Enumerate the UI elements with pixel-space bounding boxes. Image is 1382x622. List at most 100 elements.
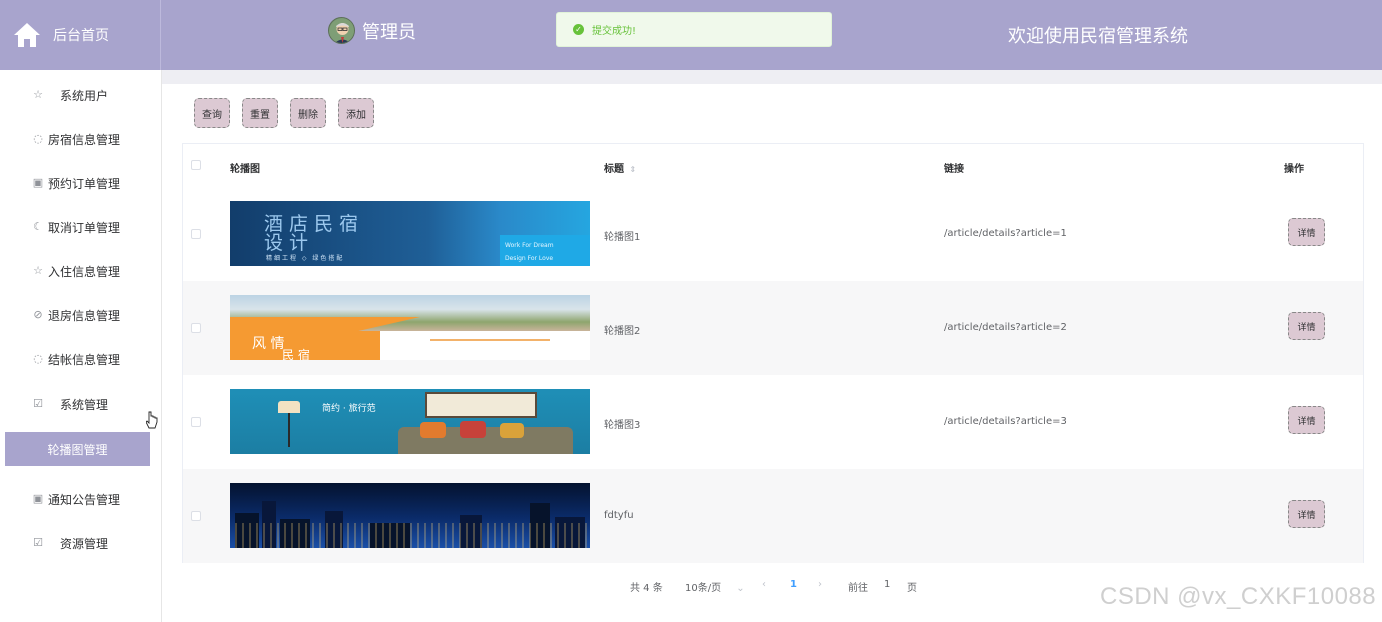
column-header-title[interactable]: 标题 ⇕ [604,160,636,175]
sidebar-item-cancellations[interactable]: ☾ 取消订单管理 [0,212,161,242]
pager-total: 共 4 条 [630,583,663,594]
select-all-checkbox[interactable] [191,160,201,170]
table-header: 轮播图 标题 ⇕ 链接 操作 [183,144,1363,186]
watermark-text: CSDN @vx_CXKF10088 [1100,583,1377,610]
home-label: 后台首页 [53,28,109,44]
success-toast: ✓ 提交成功! [556,12,832,47]
banner-sub-text: 设计 [264,232,315,254]
banner-city-lights [230,523,590,548]
sidebar-item-system[interactable]: ☑ 系统管理 [0,389,161,419]
banner-image-3: 简约 · 旅行范 [230,389,590,454]
column-header-title-label: 标题 [604,164,624,175]
banner-lamp [278,401,300,413]
detail-button[interactable]: 详情 [1288,500,1325,528]
pager-size-select[interactable]: 10条/页 ⌄ [685,579,745,594]
content-top-strip [162,70,1382,84]
reset-button[interactable]: 重置 [242,98,278,128]
check-circle-icon: ✓ [573,24,584,35]
pager-goto-label: 前往 [848,583,868,594]
sidebar-item-label: 通知公告管理 [48,492,121,507]
chevron-down-icon: ⌄ [736,583,745,594]
sidebar-item-label: 轮播图管理 [47,442,108,457]
add-button[interactable]: 添加 [338,98,374,128]
home-icon [13,22,41,48]
column-header-link: 链接 [944,164,964,175]
sidebar-item-users[interactable]: ☆ 系统用户 [0,80,161,110]
sidebar-item-checkout[interactable]: ⊘ 退房信息管理 [0,300,161,330]
flame-icon: ◌ [33,352,43,365]
delete-button[interactable]: 删除 [290,98,326,128]
app-root: 后台首页 管理员 ✓ 提交成功! 欢迎使用民宿管理系统 ☆ 系统用户 ◌ 房宿信… [0,0,1382,622]
row-checkbox[interactable] [191,417,201,427]
sidebar-item-label: 入住信息管理 [48,264,121,279]
banner-side-panel: Work For Dream Design For Love [500,235,590,266]
site-title: 欢迎使用民宿管理系统 [1008,26,1188,47]
banner-main-text: 风 情 [252,336,285,352]
sidebar: ☆ 系统用户 ◌ 房宿信息管理 ▣ 预约订单管理 ☾ 取消订单管理 ☆ 入住信息… [0,70,162,622]
banner-image-2: 风 情 民 宿 [230,295,590,360]
admin-profile[interactable]: 管理员 [328,17,416,44]
pager-prev[interactable]: ‹ [762,579,766,590]
table-row: 酒店民宿 设计 精细工程 ◇ 绿色搭配 Work For Dream Desig… [183,187,1363,281]
sidebar-item-notices[interactable]: ▣ 通知公告管理 [0,484,161,514]
moon-icon: ☾ [33,220,43,233]
sidebar-item-bookings[interactable]: ▣ 预约订单管理 [0,168,161,198]
table-row: 风 情 民 宿 轮播图2 /article/details?article=2 … [183,281,1363,375]
detail-button[interactable]: 详情 [1288,218,1325,246]
sidebar-item-billing[interactable]: ◌ 结帐信息管理 [0,344,161,374]
sidebar-item-label: 结帐信息管理 [48,352,121,367]
sidebar-item-resources[interactable]: ☑ 资源管理 [0,528,161,558]
query-button[interactable]: 查询 [194,98,230,128]
sidebar-item-label: 系统管理 [60,397,109,412]
column-header-image: 轮播图 [230,164,260,175]
banner-tagline: 精细工程 ◇ 绿色搭配 [266,255,345,262]
banner-side-text-2: Design For Love [505,255,554,262]
banner-pillow-3 [500,423,524,438]
row-checkbox[interactable] [191,511,201,521]
sidebar-item-label: 房宿信息管理 [48,132,121,147]
banner-lamp-stand [288,413,290,447]
sidebar-item-carousel[interactable]: 轮播图管理 [5,432,150,466]
sort-icon[interactable]: ⇕ [629,165,636,174]
admin-name: 管理员 [362,21,416,43]
home-link[interactable]: 后台首页 [0,0,161,70]
star-icon: ☆ [33,88,43,101]
detail-button[interactable]: 详情 [1288,406,1325,434]
sidebar-item-label: 资源管理 [60,536,109,551]
table-row: fdtyfu 详情 [183,469,1363,563]
sidebar-item-checkin[interactable]: ☆ 入住信息管理 [0,256,161,286]
sidebar-item-label: 取消订单管理 [48,220,121,235]
sidebar-item-label: 退房信息管理 [48,308,121,323]
banner-slogan-line [430,339,550,341]
row-title: 轮播图3 [604,420,641,431]
banner-main-text: 简约 · 旅行范 [322,404,376,414]
detail-button[interactable]: 详情 [1288,312,1325,340]
star-icon: ☆ [33,264,43,277]
pager-goto-input[interactable]: 1 [884,579,890,590]
checkbox-icon: ☑ [33,536,43,549]
carousel-table: 轮播图 标题 ⇕ 链接 操作 酒店民宿 设计 精细工程 ◇ 绿色搭配 Work … [182,143,1364,563]
banner-pillow-2 [460,421,486,438]
compass-icon: ⊘ [33,308,43,321]
toast-text: 提交成功! [592,26,637,37]
row-checkbox[interactable] [191,323,201,333]
sidebar-item-label: 系统用户 [60,88,109,103]
banner-image-1: 酒店民宿 设计 精细工程 ◇ 绿色搭配 Work For Dream Desig… [230,201,590,266]
row-link: /article/details?article=3 [944,416,1067,427]
bag-icon: ▣ [32,492,44,505]
pager-current-page[interactable]: 1 [790,579,797,590]
row-checkbox[interactable] [191,229,201,239]
flame-icon: ◌ [33,132,43,145]
pager-page-unit: 页 [907,583,917,594]
checkbox-icon: ☑ [33,397,43,410]
row-link: /article/details?article=2 [944,322,1067,333]
top-header: 后台首页 管理员 ✓ 提交成功! 欢迎使用民宿管理系统 [0,0,1382,70]
banner-side-text-1: Work For Dream [505,242,554,249]
banner-pillow-1 [420,422,446,438]
table-row: 简约 · 旅行范 轮播图3 /article/details?article=3… [183,375,1363,469]
mouse-pointer-icon [145,411,158,433]
row-title: 轮播图2 [604,326,641,337]
pager-size-label: 10条/页 [685,583,722,594]
pager-next[interactable]: › [818,579,822,590]
sidebar-item-rooms[interactable]: ◌ 房宿信息管理 [0,124,161,154]
